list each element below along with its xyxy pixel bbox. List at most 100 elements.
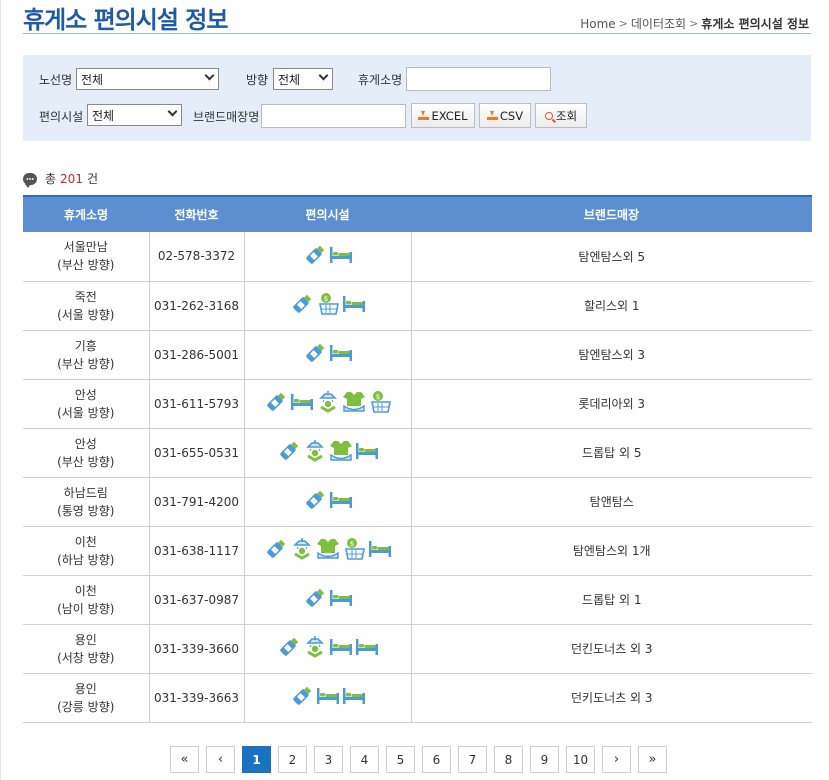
sleeping-room-icon — [328, 487, 354, 516]
rest-area-direction: (서울 방향) — [57, 307, 115, 322]
pharmacy-icon — [263, 389, 289, 418]
brand-input[interactable] — [261, 104, 406, 128]
pharmacy-icon — [276, 634, 302, 663]
rest-area-name: 안성 — [74, 436, 97, 451]
rest-area-input[interactable] — [406, 67, 551, 91]
next-page-button[interactable]: › — [602, 746, 631, 773]
facilities-cell — [244, 330, 412, 380]
brand-cell: 던킨도너츠 외 3 — [411, 624, 812, 674]
page-6-button[interactable]: 6 — [422, 746, 451, 773]
phone-cell: 031-286-5001 — [149, 330, 245, 380]
pharmacy-icon — [289, 291, 315, 320]
facilities-cell — [244, 575, 412, 625]
rest-area-name-cell: 안성 (부산 방향) — [23, 428, 150, 478]
facilities-cell — [244, 624, 412, 674]
phone-cell: 031-339-3663 — [149, 673, 245, 723]
prev-page-button[interactable]: ‹ — [206, 746, 235, 773]
table-row: 하남드림 (통영 방향) 031-791-4200 탐앤탐스 — [23, 477, 812, 527]
page-10-button[interactable]: 10 — [566, 746, 595, 773]
chevron-right-icon: > — [618, 17, 628, 30]
search-icon — [544, 111, 553, 120]
chevron-down-icon — [167, 106, 178, 117]
sleeping-room-icon — [328, 242, 354, 271]
phone-cell: 031-262-3168 — [149, 281, 245, 331]
result-count: 총 201 건 — [23, 170, 98, 188]
first-page-button[interactable]: « — [170, 746, 199, 773]
count-value: 201 — [60, 171, 83, 186]
rest-area-name-cell: 이천 (하남 방향) — [23, 526, 150, 576]
rest-area-name: 안성 — [74, 387, 97, 402]
sleeping-room-icon — [354, 438, 380, 467]
breadcrumb-data[interactable]: 데이터조회 — [631, 15, 686, 32]
phone-cell: 031-611-5793 — [149, 379, 245, 429]
rest-area-direction: (하남 방향) — [57, 552, 115, 567]
download-icon — [486, 111, 498, 120]
breadcrumb-home[interactable]: Home — [580, 17, 615, 31]
rest-area-direction: (부산 방향) — [57, 258, 115, 273]
rest-area-direction: (통영 방향) — [57, 503, 115, 518]
pharmacy-icon — [302, 242, 328, 271]
page-7-button[interactable]: 7 — [458, 746, 487, 773]
download-icon — [418, 111, 430, 120]
last-page-button[interactable]: » — [638, 746, 667, 773]
page-9-button[interactable]: 9 — [530, 746, 559, 773]
brand-cell: 탐엔탐스외 3 — [411, 330, 812, 380]
excel-download-button[interactable]: EXCEL — [411, 103, 475, 128]
phone-cell: 031-638-1117 — [149, 526, 245, 576]
breadcrumb: Home > 데이터조회 > 휴게소 편의시설 정보 — [580, 15, 809, 32]
brand-label: 브랜드매장명 — [193, 110, 260, 124]
search-button-label: 조회 — [555, 108, 578, 123]
pharmacy-icon — [276, 438, 302, 467]
laundry-icon — [341, 389, 367, 418]
rest-area-name: 기흥 — [74, 338, 97, 353]
shopping-basket-icon: $ — [315, 291, 341, 320]
chevron-down-icon — [204, 70, 215, 81]
rest-area-direction: (서창 방향) — [57, 650, 115, 665]
header-rest-area: 휴게소명 — [23, 195, 149, 232]
rest-area-name-cell: 안성 (서울 방향) — [23, 379, 150, 429]
search-button[interactable]: 조회 — [535, 103, 587, 128]
rest-area-name: 용인 — [74, 681, 97, 696]
rest-area-name-cell: 이천 (남이 방향) — [23, 575, 150, 625]
shower-icon — [302, 634, 328, 663]
pharmacy-icon — [263, 536, 289, 565]
page-3-button[interactable]: 3 — [314, 746, 343, 773]
rest-area-name-cell: 용인 (강릉 방향) — [23, 673, 150, 723]
table-row: 서울만남 (부산 방향) 02-578-3372 탐엔탐스외 5 — [23, 232, 812, 282]
page-2-button[interactable]: 2 — [278, 746, 307, 773]
rest-area-direction: (서울 방향) — [57, 405, 115, 420]
page-4-button[interactable]: 4 — [350, 746, 379, 773]
table-row: 용인 (강릉 방향) 031-339-3663 던키도너츠 외 3 — [23, 673, 812, 723]
shopping-basket-icon: $ — [367, 389, 393, 418]
direction-select[interactable]: 전체 — [273, 68, 333, 90]
facilities-cell: $ — [244, 281, 412, 331]
sleeping-room-icon — [367, 536, 393, 565]
route-select-value: 전체 — [81, 73, 104, 87]
pharmacy-icon — [302, 585, 328, 614]
page-5-button[interactable]: 5 — [386, 746, 415, 773]
phone-cell: 02-578-3372 — [149, 232, 245, 282]
facilities-cell — [244, 428, 412, 478]
csv-download-button[interactable]: CSV — [479, 103, 531, 128]
rest-area-name: 용인 — [74, 632, 97, 647]
page-1-button[interactable]: 1 — [242, 746, 271, 773]
sleeping-room-icon — [341, 291, 367, 320]
page-8-button[interactable]: 8 — [494, 746, 523, 773]
page: 휴게소 편의시설 정보 Home > 데이터조회 > 휴게소 편의시설 정보 노… — [0, 0, 829, 780]
excel-button-label: EXCEL — [431, 108, 468, 123]
brand-cell: 할리스외 1 — [411, 281, 812, 331]
sleeping-room-icon — [328, 340, 354, 369]
brand-cell: 탐엔탐스외 5 — [411, 232, 812, 282]
sleeping-room-icon — [289, 389, 315, 418]
table-row: 안성 (부산 방향) 031-655-0531 드롭탑 외 5 — [23, 428, 812, 478]
route-select[interactable]: 전체 — [76, 68, 219, 90]
page-title: 휴게소 편의시설 정보 — [23, 6, 228, 34]
rest-area-direction: (부산 방향) — [57, 356, 115, 371]
rest-area-direction: (강릉 방향) — [57, 699, 115, 714]
table-header-row: 휴게소명 전화번호 편의시설 브랜드매장 — [23, 195, 812, 232]
facility-select[interactable]: 전체 — [87, 104, 182, 126]
direction-select-value: 전체 — [278, 73, 301, 87]
sleeping-room-icon — [354, 634, 380, 663]
pharmacy-icon — [302, 487, 328, 516]
sleeping-room-icon — [341, 683, 367, 712]
